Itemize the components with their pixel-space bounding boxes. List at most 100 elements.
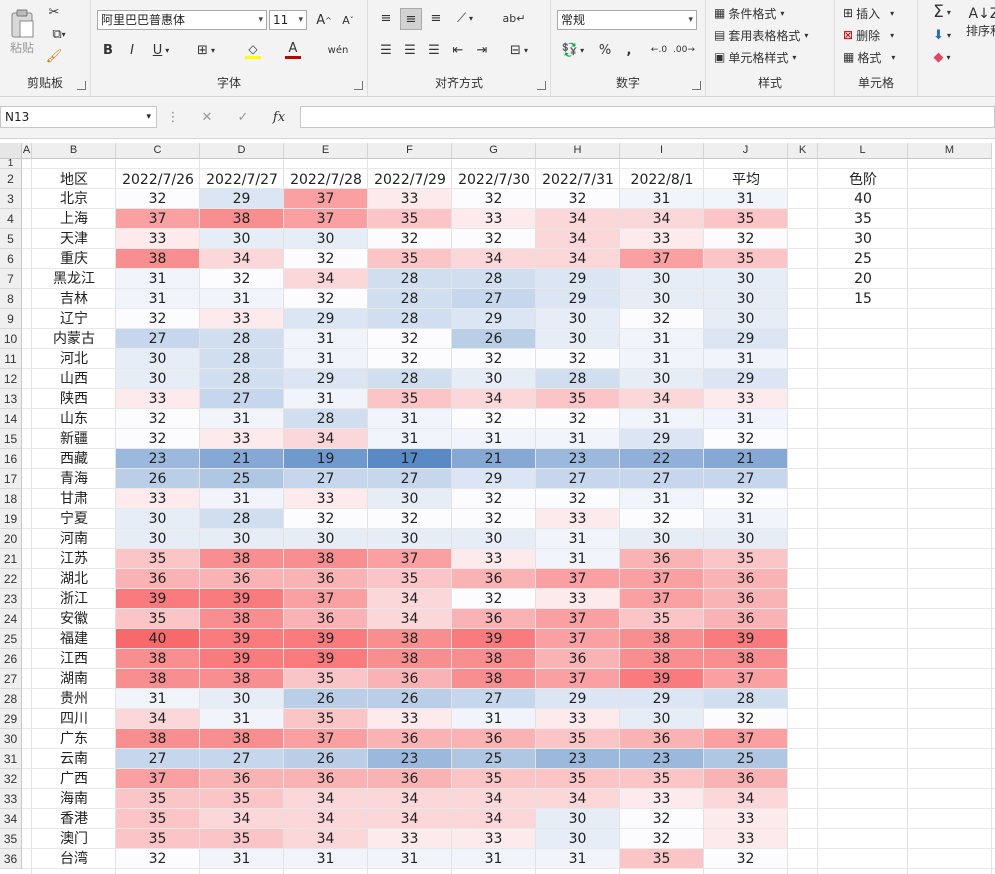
- temperature-cell[interactable]: 21: [452, 449, 535, 468]
- temperature-cell[interactable]: 31: [200, 289, 283, 308]
- select-all-corner[interactable]: [0, 143, 22, 159]
- temperature-cell[interactable]: 31: [620, 349, 703, 368]
- temperature-cell[interactable]: 32: [116, 429, 199, 448]
- temperature-cell[interactable]: 36: [536, 649, 619, 668]
- temperature-cell[interactable]: 31: [200, 709, 283, 728]
- temperature-cell[interactable]: 29: [704, 369, 787, 388]
- temperature-cell[interactable]: 38: [200, 729, 283, 748]
- temperature-cell[interactable]: 28: [284, 409, 367, 428]
- row-header-13[interactable]: 13: [0, 389, 22, 409]
- temperature-cell[interactable]: 36: [620, 729, 703, 748]
- row-header-7[interactable]: 7: [0, 269, 22, 289]
- column-header-a[interactable]: A: [22, 143, 32, 159]
- temperature-cell[interactable]: 37: [116, 769, 199, 788]
- temperature-cell[interactable]: 34: [452, 249, 535, 268]
- temperature-cell[interactable]: 40: [116, 629, 199, 648]
- temperature-cell[interactable]: 38: [116, 649, 199, 668]
- column-header-d[interactable]: D: [200, 143, 284, 159]
- temperature-cell[interactable]: 30: [116, 529, 199, 548]
- temperature-cell[interactable]: 32: [620, 309, 703, 328]
- row-header-33[interactable]: 33: [0, 789, 22, 809]
- temperature-cell[interactable]: 30: [536, 829, 619, 848]
- temperature-cell[interactable]: 35: [704, 249, 787, 268]
- temperature-cell[interactable]: 23: [368, 749, 451, 768]
- temperature-cell[interactable]: 30: [536, 329, 619, 348]
- temperature-cell[interactable]: 30: [704, 289, 787, 308]
- temperature-cell[interactable]: 30: [452, 369, 535, 388]
- temperature-cell[interactable]: 39: [284, 649, 367, 668]
- align-top-icon[interactable]: ≡: [376, 8, 396, 28]
- temperature-cell[interactable]: 31: [116, 269, 199, 288]
- temperature-cell[interactable]: 30: [704, 309, 787, 328]
- column-header-e[interactable]: E: [284, 143, 368, 159]
- bold-button[interactable]: B: [99, 40, 117, 60]
- temperature-cell[interactable]: 34: [116, 709, 199, 728]
- temperature-cell[interactable]: 23: [116, 449, 199, 468]
- region-cell[interactable]: 天津: [32, 229, 116, 249]
- cancel-icon[interactable]: ✕: [196, 107, 218, 127]
- align-bottom-icon[interactable]: ≡: [426, 8, 446, 28]
- temperature-cell[interactable]: 27: [200, 389, 283, 408]
- temperature-cell[interactable]: 38: [620, 649, 703, 668]
- temperature-cell[interactable]: 30: [704, 269, 787, 288]
- temperature-cell[interactable]: 35: [368, 209, 451, 228]
- temperature-cell[interactable]: 31: [452, 709, 535, 728]
- temperature-cell[interactable]: 36: [116, 569, 199, 588]
- underline-button[interactable]: U ▾: [147, 40, 175, 60]
- row-header-5[interactable]: 5: [0, 229, 22, 249]
- temperature-cell[interactable]: 32: [536, 409, 619, 428]
- temperature-cell[interactable]: 36: [368, 729, 451, 748]
- region-cell[interactable]: 台湾: [32, 849, 116, 869]
- temperature-cell[interactable]: 26: [116, 469, 199, 488]
- formula-menu-icon[interactable]: ⋮: [166, 107, 180, 127]
- region-cell[interactable]: 吉林: [32, 289, 116, 309]
- region-cell[interactable]: 云南: [32, 749, 116, 769]
- temperature-cell[interactable]: 32: [452, 349, 535, 368]
- cell-styles-button[interactable]: ▣ 单元格样式 ▾: [714, 48, 796, 66]
- clear-icon[interactable]: ◆ ▾: [926, 48, 958, 66]
- temperature-cell[interactable]: 21: [200, 449, 283, 468]
- temperature-cell[interactable]: 32: [368, 329, 451, 348]
- temperature-cell[interactable]: 31: [536, 549, 619, 568]
- temperature-cell[interactable]: 34: [284, 429, 367, 448]
- temperature-cell[interactable]: 31: [536, 429, 619, 448]
- temperature-cell[interactable]: 31: [536, 849, 619, 868]
- temperature-cell[interactable]: 36: [452, 609, 535, 628]
- temperature-cell[interactable]: 32: [536, 189, 619, 208]
- header-date[interactable]: 2022/7/31: [536, 169, 620, 189]
- phonetic-icon[interactable]: wén: [323, 40, 353, 60]
- temperature-cell[interactable]: 31: [368, 849, 451, 868]
- temperature-cell[interactable]: 33: [620, 229, 703, 248]
- temperature-cell[interactable]: 27: [116, 329, 199, 348]
- temperature-cell[interactable]: 29: [452, 309, 535, 328]
- temperature-cell[interactable]: 28: [704, 689, 787, 708]
- temperature-cell[interactable]: 30: [620, 269, 703, 288]
- temperature-cell[interactable]: 38: [200, 549, 283, 568]
- temperature-cell[interactable]: 28: [452, 269, 535, 288]
- temperature-cell[interactable]: 33: [620, 789, 703, 808]
- region-cell[interactable]: 福建: [32, 629, 116, 649]
- temperature-cell[interactable]: 35: [200, 789, 283, 808]
- temperature-cell[interactable]: 28: [368, 369, 451, 388]
- temperature-cell[interactable]: 30: [200, 689, 283, 708]
- region-cell[interactable]: 黑龙江: [32, 269, 116, 289]
- temperature-cell[interactable]: 29: [620, 689, 703, 708]
- cut-icon[interactable]: ✂: [44, 3, 64, 21]
- temperature-cell[interactable]: 23: [536, 749, 619, 768]
- temperature-cell[interactable]: 38: [200, 669, 283, 688]
- temperature-cell[interactable]: 33: [284, 489, 367, 508]
- temperature-cell[interactable]: 33: [452, 209, 535, 228]
- temperature-cell[interactable]: 33: [200, 429, 283, 448]
- temperature-cell[interactable]: 32: [284, 289, 367, 308]
- temperature-cell[interactable]: 31: [284, 389, 367, 408]
- row-header-14[interactable]: 14: [0, 409, 22, 429]
- temperature-cell[interactable]: 37: [536, 569, 619, 588]
- temperature-cell[interactable]: 31: [284, 849, 367, 868]
- temperature-cell[interactable]: 27: [284, 469, 367, 488]
- temperature-cell[interactable]: 37: [620, 249, 703, 268]
- row-header-27[interactable]: 27: [0, 669, 22, 689]
- increase-indent-icon[interactable]: ⇥: [472, 40, 492, 60]
- temperature-cell[interactable]: 32: [452, 509, 535, 528]
- temperature-cell[interactable]: 27: [452, 689, 535, 708]
- temperature-cell[interactable]: 35: [368, 249, 451, 268]
